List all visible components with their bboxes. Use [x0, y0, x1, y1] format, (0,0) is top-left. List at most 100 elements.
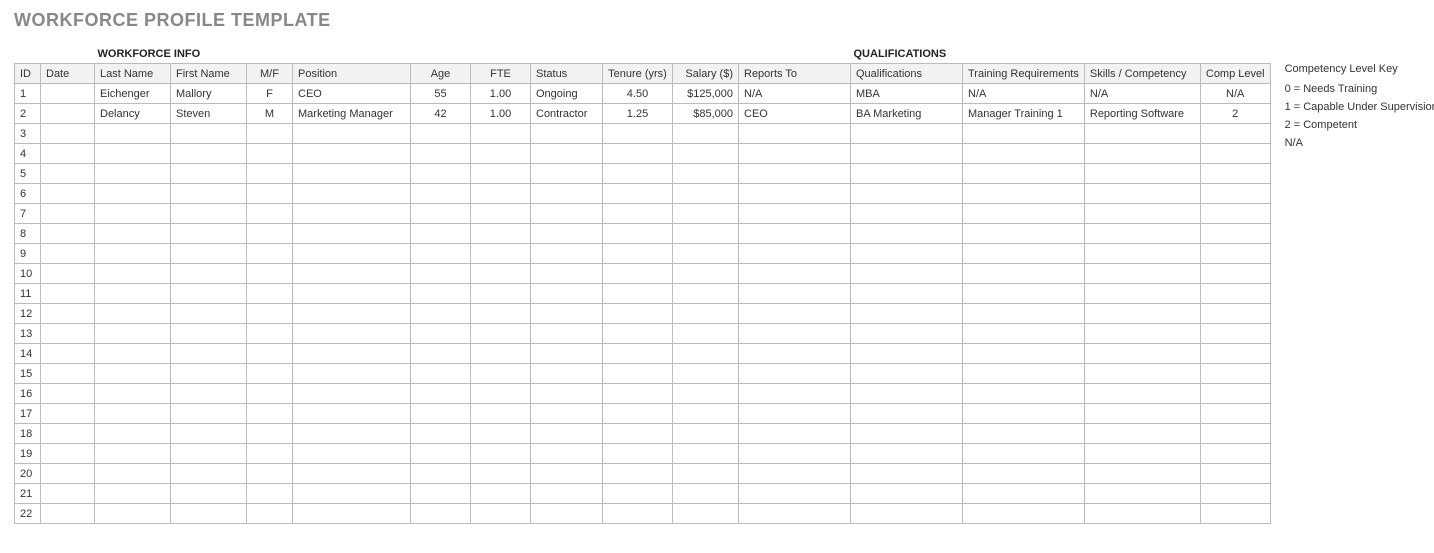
cell-skill[interactable]: N/A	[1084, 84, 1200, 104]
cell-train[interactable]	[963, 164, 1085, 184]
cell-mf[interactable]: M	[247, 104, 293, 124]
cell-age[interactable]	[411, 504, 471, 524]
cell-train[interactable]	[963, 284, 1085, 304]
cell-status[interactable]	[531, 244, 603, 264]
cell-comp[interactable]	[1200, 144, 1270, 164]
cell-reports[interactable]	[739, 244, 851, 264]
cell-status[interactable]	[531, 484, 603, 504]
cell-age[interactable]: 42	[411, 104, 471, 124]
cell-age[interactable]	[411, 424, 471, 444]
cell-comp[interactable]	[1200, 364, 1270, 384]
cell-skill[interactable]	[1084, 184, 1200, 204]
cell-last[interactable]	[95, 264, 171, 284]
cell-age[interactable]	[411, 304, 471, 324]
cell-id[interactable]: 11	[15, 284, 41, 304]
cell-fte[interactable]	[471, 224, 531, 244]
cell-skill[interactable]	[1084, 404, 1200, 424]
cell-train[interactable]	[963, 324, 1085, 344]
cell-salary[interactable]	[673, 324, 739, 344]
cell-date[interactable]	[41, 464, 95, 484]
cell-last[interactable]: Eichenger	[95, 84, 171, 104]
cell-age[interactable]	[411, 404, 471, 424]
cell-id[interactable]: 20	[15, 464, 41, 484]
cell-id[interactable]: 16	[15, 384, 41, 404]
cell-fte[interactable]	[471, 344, 531, 364]
cell-skill[interactable]	[1084, 264, 1200, 284]
cell-mf[interactable]	[247, 444, 293, 464]
cell-tenure[interactable]	[603, 164, 673, 184]
cell-qual[interactable]: BA Marketing	[851, 104, 963, 124]
cell-position[interactable]	[293, 484, 411, 504]
cell-reports[interactable]	[739, 364, 851, 384]
cell-status[interactable]	[531, 184, 603, 204]
cell-position[interactable]: Marketing Manager	[293, 104, 411, 124]
cell-reports[interactable]	[739, 424, 851, 444]
cell-qual[interactable]	[851, 284, 963, 304]
cell-date[interactable]	[41, 384, 95, 404]
cell-id[interactable]: 14	[15, 344, 41, 364]
cell-qual[interactable]	[851, 304, 963, 324]
cell-reports[interactable]	[739, 444, 851, 464]
cell-first[interactable]	[171, 384, 247, 404]
cell-salary[interactable]	[673, 264, 739, 284]
cell-status[interactable]: Contractor	[531, 104, 603, 124]
cell-fte[interactable]: 1.00	[471, 84, 531, 104]
cell-last[interactable]	[95, 364, 171, 384]
cell-date[interactable]	[41, 484, 95, 504]
cell-status[interactable]	[531, 124, 603, 144]
cell-skill[interactable]: Reporting Software	[1084, 104, 1200, 124]
cell-salary[interactable]	[673, 144, 739, 164]
cell-position[interactable]	[293, 364, 411, 384]
cell-id[interactable]: 3	[15, 124, 41, 144]
cell-comp[interactable]	[1200, 344, 1270, 364]
cell-status[interactable]	[531, 144, 603, 164]
cell-skill[interactable]	[1084, 244, 1200, 264]
cell-skill[interactable]	[1084, 364, 1200, 384]
cell-first[interactable]	[171, 424, 247, 444]
cell-position[interactable]	[293, 324, 411, 344]
cell-date[interactable]	[41, 284, 95, 304]
cell-comp[interactable]	[1200, 164, 1270, 184]
cell-age[interactable]	[411, 224, 471, 244]
cell-reports[interactable]	[739, 184, 851, 204]
cell-qual[interactable]	[851, 384, 963, 404]
cell-fte[interactable]	[471, 184, 531, 204]
cell-age[interactable]	[411, 204, 471, 224]
cell-first[interactable]: Steven	[171, 104, 247, 124]
cell-comp[interactable]	[1200, 124, 1270, 144]
cell-position[interactable]	[293, 304, 411, 324]
cell-last[interactable]	[95, 464, 171, 484]
cell-train[interactable]	[963, 244, 1085, 264]
cell-first[interactable]	[171, 484, 247, 504]
cell-mf[interactable]	[247, 264, 293, 284]
cell-salary[interactable]	[673, 344, 739, 364]
cell-id[interactable]: 10	[15, 264, 41, 284]
cell-tenure[interactable]	[603, 184, 673, 204]
cell-comp[interactable]	[1200, 384, 1270, 404]
cell-salary[interactable]: $125,000	[673, 84, 739, 104]
cell-status[interactable]	[531, 384, 603, 404]
cell-status[interactable]	[531, 404, 603, 424]
cell-salary[interactable]	[673, 424, 739, 444]
cell-status[interactable]	[531, 344, 603, 364]
cell-salary[interactable]	[673, 364, 739, 384]
cell-reports[interactable]	[739, 344, 851, 364]
cell-status[interactable]	[531, 304, 603, 324]
cell-salary[interactable]	[673, 284, 739, 304]
cell-fte[interactable]	[471, 504, 531, 524]
cell-last[interactable]	[95, 504, 171, 524]
cell-skill[interactable]	[1084, 284, 1200, 304]
cell-qual[interactable]	[851, 464, 963, 484]
cell-status[interactable]	[531, 284, 603, 304]
cell-age[interactable]	[411, 244, 471, 264]
cell-id[interactable]: 8	[15, 224, 41, 244]
cell-age[interactable]	[411, 144, 471, 164]
cell-position[interactable]	[293, 244, 411, 264]
cell-salary[interactable]	[673, 244, 739, 264]
cell-fte[interactable]	[471, 324, 531, 344]
cell-tenure[interactable]	[603, 364, 673, 384]
cell-last[interactable]	[95, 404, 171, 424]
cell-last[interactable]	[95, 144, 171, 164]
cell-id[interactable]: 6	[15, 184, 41, 204]
cell-tenure[interactable]	[603, 124, 673, 144]
